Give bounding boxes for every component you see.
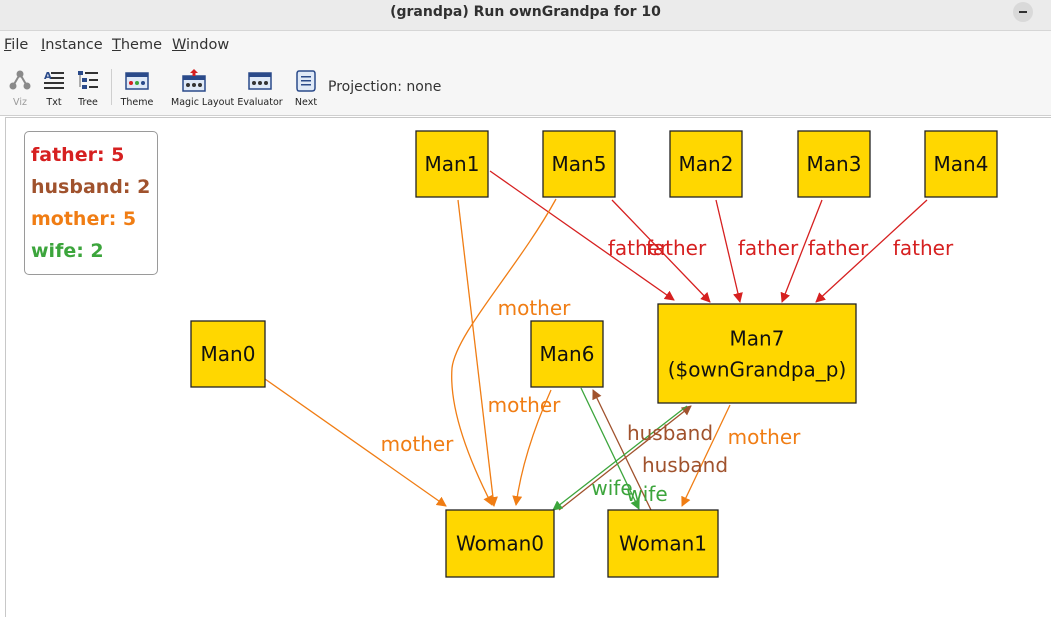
edge-label-mother: mother (488, 393, 562, 417)
node-man3[interactable]: Man3 (797, 130, 871, 198)
graph-canvas[interactable]: father: 5 husband: 2 mother: 5 wife: 2 M… (5, 117, 1051, 617)
tree-button[interactable]: Tree (65, 68, 111, 112)
theme-icon (125, 72, 149, 90)
tree-label: Tree (78, 97, 98, 108)
edge-label-wife: wife (626, 482, 667, 506)
node-man6[interactable]: Man6 (530, 320, 604, 388)
edge-label-husband: husband (627, 421, 713, 445)
edge-label-mother: mother (728, 425, 802, 449)
node-label: Man1 (425, 152, 480, 176)
edge-label-father: father (893, 236, 954, 260)
projection-label: Projection: none (328, 79, 442, 95)
node-man2[interactable]: Man2 (669, 130, 743, 198)
magic-layout-button[interactable]: Magic Layout (171, 68, 235, 112)
menu-file[interactable]: File (4, 37, 28, 53)
node-label: Man7 (730, 327, 785, 351)
magic-layout-label: Magic Layout (171, 97, 235, 108)
menu-instance[interactable]: Instance (41, 37, 103, 53)
menu-bar: File Instance Theme Window (0, 31, 1051, 61)
edge-label-mother: mother (381, 432, 455, 456)
edge-label-father: father (808, 236, 869, 260)
tree-icon (78, 71, 98, 89)
toolbar: Viz A Txt Tree Theme Magic Layout Evalua… (0, 61, 1051, 116)
edge-father (715, 199, 743, 303)
edge-label-husband: husband (642, 453, 728, 477)
edge-label-father: father (738, 236, 799, 260)
title-bar: (grandpa) Run ownGrandpa for 10 (0, 0, 1051, 31)
minimize-button[interactable] (1013, 2, 1033, 22)
window-title: (grandpa) Run ownGrandpa for 10 (390, 4, 661, 20)
edge-label-father: father (646, 236, 707, 260)
evaluator-button[interactable]: Evaluator (237, 68, 283, 112)
node-label: Woman1 (619, 532, 707, 556)
node-label: Woman0 (456, 532, 544, 556)
node-man0[interactable]: Man0 (190, 320, 266, 388)
node-man4[interactable]: Man4 (924, 130, 998, 198)
magic-layout-icon (182, 69, 206, 92)
next-label: Next (294, 97, 318, 108)
menu-window[interactable]: Window (172, 37, 229, 53)
node-label: Man3 (807, 152, 862, 176)
node-man5[interactable]: Man5 (542, 130, 616, 198)
menu-theme[interactable]: Theme (112, 37, 162, 53)
node-woman0[interactable]: Woman0 (445, 509, 555, 578)
evaluator-label: Evaluator (237, 97, 283, 108)
theme-button[interactable]: Theme (114, 68, 160, 112)
node-man1[interactable]: Man1 (415, 130, 489, 198)
edge-label-mother: mother (498, 296, 572, 320)
theme-label: Theme (120, 97, 154, 108)
node-man7[interactable]: Man7 ($ownGrandpa_p) (657, 303, 857, 404)
node-label: Man6 (540, 342, 595, 366)
svg-text:A: A (44, 71, 52, 82)
next-button[interactable]: Next (283, 68, 329, 112)
node-label: Man2 (679, 152, 734, 176)
node-label: Man0 (201, 342, 256, 366)
evaluator-icon (248, 72, 272, 90)
instance-graph: Man1 Man5 Man2 Man3 Man4 Man0 Man6 Man7 ($ownGra… (190, 130, 998, 578)
node-label: Man5 (552, 152, 607, 176)
toolbar-separator (111, 69, 112, 105)
node-sublabel: ($ownGrandpa_p) (668, 358, 847, 382)
viz-icon (9, 70, 31, 90)
txt-icon: A (44, 71, 64, 89)
node-box (657, 303, 857, 404)
node-label: Man4 (934, 152, 989, 176)
next-icon (296, 70, 316, 92)
edge-mother (457, 199, 498, 507)
node-woman1[interactable]: Woman1 (607, 509, 719, 578)
